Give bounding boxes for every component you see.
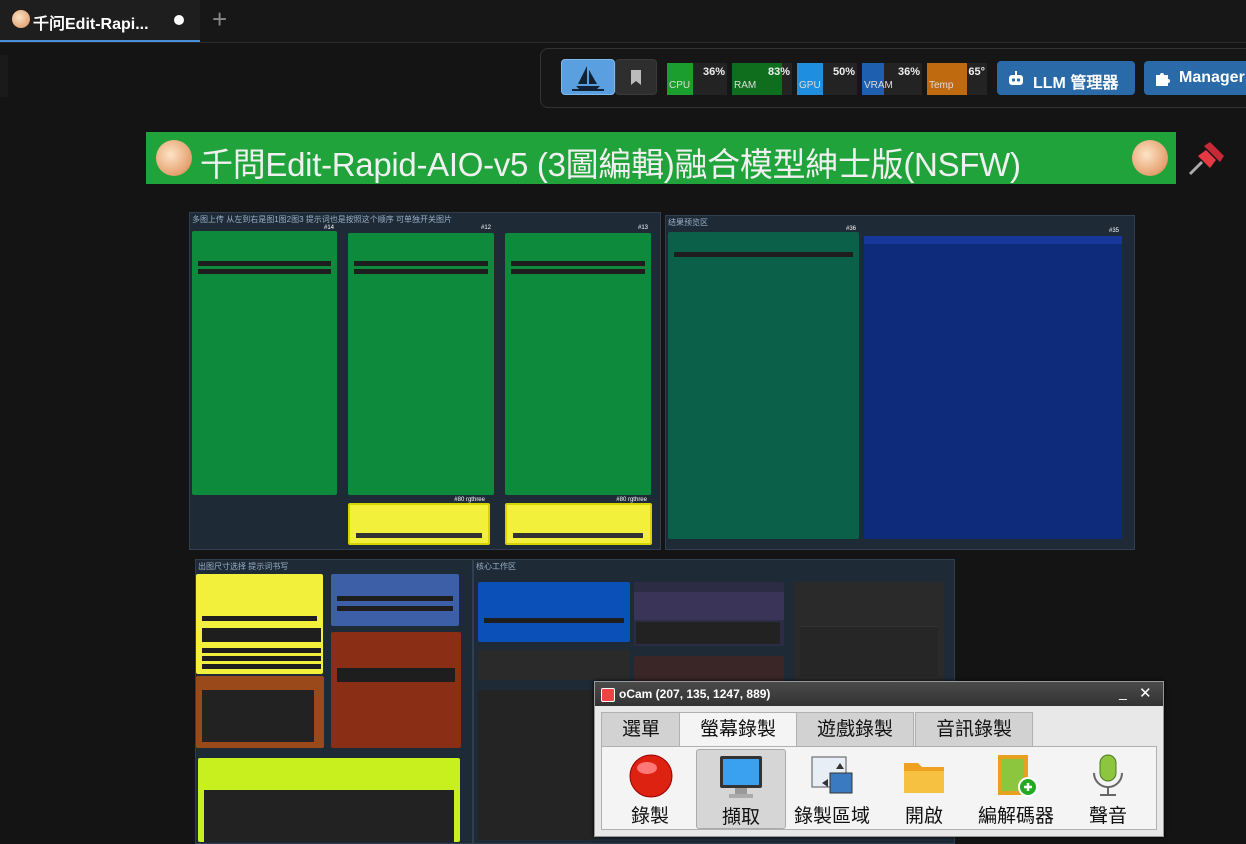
load-image-node-1[interactable]: #14 — [192, 225, 337, 495]
group-title: 多图上传 从左到右是图1图2图3 提示词也是按照这个顺序 可单独开关图片 — [192, 215, 453, 224]
film-codec-icon — [998, 755, 1038, 797]
vram-value: 36% — [897, 66, 920, 78]
llm-manager-button[interactable]: LLM 管理器 — [997, 61, 1135, 95]
ram-label: RAM — [734, 80, 757, 91]
boat-icon-button[interactable] — [561, 59, 615, 95]
new-tab-plus-icon[interactable]: + — [212, 6, 227, 32]
node-id: #35 — [1108, 228, 1119, 234]
pushpin-icon — [1184, 138, 1226, 189]
orange-node[interactable] — [331, 632, 461, 748]
small-node-1[interactable] — [478, 650, 630, 680]
brown-node[interactable] — [196, 676, 324, 748]
lime-node[interactable] — [198, 758, 460, 842]
record-area-label: 錄製區域 — [793, 806, 870, 827]
boat-icon — [572, 66, 604, 91]
purple-node[interactable] — [634, 582, 784, 646]
group-title: 结果预览区 — [668, 218, 708, 227]
load-image-node-2[interactable]: #12 — [348, 225, 494, 495]
robot-icon — [1009, 71, 1023, 85]
ocam-window[interactable]: oCam (207, 135, 1247, 889) _ ✕ 選單 螢幕錄製 遊… — [594, 681, 1164, 837]
face-icon — [1132, 140, 1168, 176]
monitor-icon — [720, 756, 762, 798]
bookmark-button[interactable] — [615, 59, 657, 95]
sound-button[interactable]: 聲音 — [1064, 749, 1152, 827]
bookmark-icon — [631, 70, 641, 85]
tab-game-record[interactable]: 遊戲錄製 — [796, 712, 914, 747]
face-icon — [156, 140, 192, 176]
size-node[interactable] — [331, 574, 459, 626]
switch-node-1[interactable]: #80 rgthree — [348, 497, 490, 545]
node-id: #14 — [323, 225, 334, 231]
preview-node-1[interactable]: #36 — [668, 226, 859, 539]
vram-label: VRAM — [864, 80, 893, 91]
group-image-upload[interactable]: 多图上传 从左到右是图1图2图3 提示词也是按照这个顺序 可单独开关图片 #14… — [189, 212, 661, 550]
open-button[interactable]: 開啟 — [880, 749, 968, 827]
ocam-titlebar[interactable]: oCam (207, 135, 1247, 889) _ ✕ — [595, 682, 1163, 706]
tab-active[interactable]: 千问Edit-Rapi... — [0, 0, 200, 42]
record-area-button[interactable]: 錄製區域 — [788, 749, 876, 827]
ocam-title: oCam (207, 135, 1247, 889) — [619, 687, 771, 701]
node-id: #36 — [845, 226, 856, 232]
group-size-prompt[interactable]: 出图尺寸选择 提示词书写 — [195, 559, 473, 844]
blue-node[interactable] — [478, 582, 630, 642]
tab-menu[interactable]: 選單 — [601, 712, 681, 747]
cpu-value: 36% — [702, 66, 725, 78]
group-title: 核心工作区 — [476, 562, 516, 571]
workflow-title-banner: 千問Edit-Rapid-AIO-v5 (3圖編輯)融合模型紳士版(NSFW) — [146, 132, 1176, 184]
gpu-label: GPU — [799, 80, 821, 91]
workflow-title: 千問Edit-Rapid-AIO-v5 (3圖編輯)融合模型紳士版(NSFW) — [200, 146, 1021, 183]
node-id: #80 rgthree — [616, 497, 647, 503]
tab-bar: 千问Edit-Rapi... + — [0, 0, 1246, 43]
gpu-value: 50% — [832, 66, 855, 78]
gpu-stat: GPU 50% — [797, 63, 857, 95]
ram-stat: RAM 83% — [732, 63, 792, 95]
ocam-app-icon — [601, 688, 615, 702]
node-id: #12 — [480, 225, 491, 231]
preview-node-2[interactable]: #35 — [864, 228, 1122, 539]
temp-label: Temp — [929, 80, 954, 91]
ocam-toolbar: 錄製 擷取 錄製區域 開啟 編解碼器 聲音 — [601, 746, 1157, 830]
tab-screen-record[interactable]: 螢幕錄製 — [679, 712, 797, 747]
open-label: 開啟 — [904, 806, 943, 827]
tab-audio-record[interactable]: 音訊錄製 — [915, 712, 1033, 747]
group-title: 出图尺寸选择 提示词书写 — [198, 562, 289, 571]
ram-value: 83% — [767, 66, 790, 78]
codec-button[interactable]: 編解碼器 — [972, 749, 1060, 827]
temp-value: 65° — [968, 66, 985, 78]
vram-stat: VRAM 36% — [862, 63, 922, 95]
record-label: 錄製 — [630, 806, 669, 827]
manager-button[interactable]: Manager — [1144, 61, 1246, 95]
prompt-node[interactable] — [196, 574, 323, 674]
switch-node-2[interactable]: #80 rgthree — [505, 497, 652, 545]
manager-label: Manager — [1179, 69, 1245, 86]
close-icon[interactable]: ✕ — [1139, 684, 1152, 702]
codec-label: 編解碼器 — [977, 806, 1054, 827]
node-id: #13 — [637, 225, 648, 231]
puzzle-icon — [1156, 73, 1170, 86]
record-area-icon — [811, 756, 853, 794]
microphone-icon — [1093, 754, 1123, 796]
llm-manager-label: LLM 管理器 — [1033, 75, 1119, 92]
record-button[interactable]: 錄製 — [606, 749, 694, 827]
cpu-stat: CPU 36% — [667, 63, 727, 95]
cpu-label: CPU — [669, 80, 691, 91]
small-node-3[interactable] — [478, 690, 594, 840]
sound-label: 聲音 — [1088, 806, 1127, 827]
face-icon — [12, 10, 30, 28]
side-panel-edge — [0, 55, 8, 97]
folder-icon — [904, 763, 944, 793]
unsaved-dot-icon[interactable] — [174, 15, 184, 25]
tab-title: 千问Edit-Rapi... — [33, 16, 149, 33]
gray-node[interactable] — [794, 582, 944, 682]
capture-button[interactable]: 擷取 — [696, 749, 786, 829]
capture-label: 擷取 — [721, 807, 760, 828]
load-image-node-3[interactable]: #13 — [505, 225, 651, 495]
top-toolbar: CPU 36% RAM 83% GPU 50% VRAM 36% Temp 65… — [540, 48, 1246, 108]
group-result-preview[interactable]: 结果预览区 #36 #35 — [665, 215, 1135, 550]
minimize-icon[interactable]: _ — [1119, 684, 1127, 700]
node-id: #80 rgthree — [454, 497, 485, 503]
temp-stat: Temp 65° — [927, 63, 987, 95]
record-icon — [629, 754, 673, 798]
